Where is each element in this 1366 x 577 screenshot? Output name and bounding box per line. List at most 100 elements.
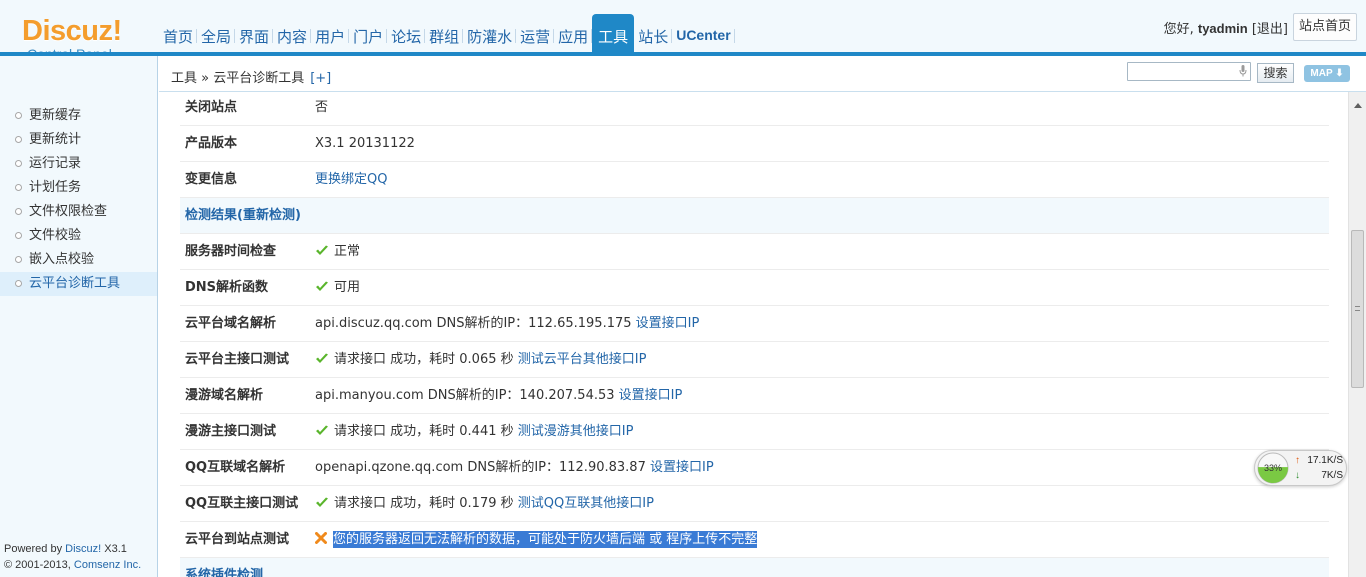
table-row: DNS解析函数 可用 xyxy=(180,270,1329,306)
user-info: 您好, tyadmin [退出] xyxy=(1164,18,1288,37)
row-value: 正常 xyxy=(315,234,360,270)
powered-prefix: Powered by xyxy=(4,543,66,555)
row-value: 更换绑定QQ xyxy=(315,162,387,198)
sidebar-item-6[interactable]: 嵌入点校验 xyxy=(0,248,157,272)
check-icon xyxy=(316,353,328,363)
nav-tab-4[interactable]: 用户 xyxy=(311,14,350,52)
check-icon xyxy=(316,425,328,435)
site-home-button[interactable]: 站点首页 xyxy=(1293,13,1357,41)
row-action-link[interactable]: 测试云平台其他接口IP xyxy=(518,352,647,367)
bullet-icon xyxy=(15,136,22,143)
scroll-up-icon[interactable] xyxy=(1354,103,1362,108)
microphone-icon[interactable] xyxy=(1239,65,1247,77)
logout-link[interactable]: [退出] xyxy=(1252,22,1288,37)
row-label: DNS解析函数 xyxy=(185,280,269,295)
row-label: 服务器时间检查 xyxy=(185,244,277,259)
section-title[interactable]: 检测结果(重新检测) xyxy=(185,198,301,234)
nav-tab-ucenter[interactable]: UCenter xyxy=(672,14,736,52)
nav-tab-7[interactable]: 群组 xyxy=(425,14,464,52)
table-row: 漫游域名解析 api.manyou.com DNS解析的IP：140.207.54… xyxy=(180,378,1329,414)
row-value: X3.1 20131122 xyxy=(315,126,415,162)
main-nav: 首页 全局 界面 内容 用户 门户 论坛 群组 防灌水 运营 应用 工具 站长 UCenter xyxy=(159,14,736,52)
row-label: 云平台主接口测试 xyxy=(185,352,290,367)
nav-tab-9[interactable]: 运营 xyxy=(516,14,555,52)
sidebar-item-label: 文件校验 xyxy=(29,228,82,243)
sidebar-item-label: 计划任务 xyxy=(29,180,82,195)
network-speed-widget[interactable]: 33% ↑ 17.1K/S ↓ 7K/S xyxy=(1254,450,1347,486)
bullet-icon xyxy=(15,160,22,167)
search-input[interactable] xyxy=(1127,62,1251,81)
row-value: 请求接口 成功，耗时 0.065 秒 测试云平台其他接口IP xyxy=(315,342,646,378)
sidebar-item-2[interactable]: 运行记录 xyxy=(0,152,157,176)
row-action-link[interactable]: 设置接口IP xyxy=(636,316,700,331)
row-label: 云平台到站点测试 xyxy=(185,532,290,547)
section-title[interactable]: 系统插件检测 xyxy=(185,558,263,577)
row-label: 变更信息 xyxy=(185,172,238,187)
check-icon xyxy=(316,281,328,291)
powered-version: X3.1 xyxy=(101,543,127,555)
bullet-icon xyxy=(15,280,22,287)
map-arrow-icon: ⬇ xyxy=(1335,68,1344,79)
nav-tab-11[interactable]: 工具 xyxy=(592,14,635,52)
row-value-text: api.manyou.com DNS解析的IP：140.207.54.53 xyxy=(315,388,615,403)
sidebar: 更新缓存更新统计运行记录计划任务文件权限检查 文件校验嵌入点校验云平台诊断工具 P… xyxy=(0,56,158,577)
sidebar-item-label: 文件权限检查 xyxy=(29,204,108,219)
search-button[interactable]: 搜索 xyxy=(1257,63,1294,83)
bullet-icon xyxy=(15,256,22,263)
sidebar-item-7[interactable]: 云平台诊断工具 xyxy=(0,272,157,296)
row-action-link[interactable]: 更换绑定QQ xyxy=(315,172,387,187)
check-icon xyxy=(316,497,328,507)
sidebar-item-label: 运行记录 xyxy=(29,156,82,171)
usage-percent: 33% xyxy=(1263,463,1282,473)
add-shortcut-link[interactable]: [+] xyxy=(310,71,331,86)
row-action-link[interactable]: 测试漫游其他接口IP xyxy=(518,424,634,439)
sidebar-item-label: 云平台诊断工具 xyxy=(29,276,121,291)
table-row: 产品版本 X3.1 20131122 xyxy=(180,126,1329,162)
row-label: 关闭站点 xyxy=(185,100,238,115)
row-value-text: openapi.qzone.qq.com DNS解析的IP：112.90.83.… xyxy=(315,460,646,475)
nav-tab-1[interactable]: 全局 xyxy=(197,14,236,52)
row-value-text: 请求接口 成功，耗时 0.065 秒 xyxy=(334,352,514,367)
powered-link[interactable]: Discuz! xyxy=(65,543,101,555)
sidebar-item-3[interactable]: 计划任务 xyxy=(0,176,157,200)
nav-tab-10[interactable]: 应用 xyxy=(554,14,593,52)
row-action-link[interactable]: 设置接口IP xyxy=(619,388,683,403)
row-label: QQ互联主接口测试 xyxy=(185,496,299,511)
row-value: 您的服务器返回无法解析的数据，可能处于防火墙后端 或 程序上传不完整 xyxy=(315,522,758,558)
table-row: 云平台主接口测试 请求接口 成功，耗时 0.065 秒 测试云平台其他接口IP xyxy=(180,342,1329,378)
row-action-link[interactable]: 设置接口IP xyxy=(650,460,714,475)
company-link[interactable]: Comsenz Inc. xyxy=(74,559,141,571)
top-header: Discuz! Control Panel 首页全局界面内容用户门户论坛群组防灌… xyxy=(0,0,1366,62)
sidebar-item-4[interactable]: 文件权限检查 xyxy=(0,200,157,224)
sidebar-item-5[interactable]: 文件校验 xyxy=(0,224,157,248)
diagnostic-table: 关闭站点 否产品版本 X3.1 20131122 变更信息 更换绑定QQ 检测结果(重新检… xyxy=(180,92,1329,577)
table-row: 关闭站点 否 xyxy=(180,92,1329,126)
sidebar-item-1[interactable]: 更新统计 xyxy=(0,128,157,152)
scrollbar-thumb[interactable] xyxy=(1351,230,1364,388)
username: tyadmin xyxy=(1197,21,1248,36)
vertical-scrollbar[interactable] xyxy=(1348,92,1366,577)
nav-tab-0[interactable]: 首页 xyxy=(159,14,198,52)
breadcrumb-path: 工具 » 云平台诊断工具 xyxy=(171,71,305,86)
row-action-link[interactable]: 测试QQ互联其他接口IP xyxy=(518,496,654,511)
section-header[interactable]: 系统插件检测 xyxy=(180,558,1329,577)
map-button[interactable]: MAP ⬇ xyxy=(1304,65,1350,82)
nav-tab-6[interactable]: 论坛 xyxy=(387,14,426,52)
section-header[interactable]: 检测结果(重新检测) xyxy=(180,198,1329,234)
upload-value: 17.1K/S xyxy=(1307,455,1343,466)
sidebar-item-label: 更新缓存 xyxy=(29,108,82,123)
table-row: 云平台到站点测试 您的服务器返回无法解析的数据，可能处于防火墙后端 或 程序上传不… xyxy=(180,522,1329,558)
row-label: 漫游域名解析 xyxy=(185,388,264,403)
nav-tab-2[interactable]: 界面 xyxy=(235,14,274,52)
sidebar-item-0[interactable]: 更新缓存 xyxy=(0,104,157,128)
nav-tab-5[interactable]: 门户 xyxy=(349,14,388,52)
selected-error-text[interactable]: 您的服务器返回无法解析的数据，可能处于防火墙后端 或 程序上传不完整 xyxy=(333,531,758,548)
row-value: api.manyou.com DNS解析的IP：140.207.54.53 设置… xyxy=(315,378,682,414)
nav-tab-3[interactable]: 内容 xyxy=(273,14,312,52)
nav-tab-12[interactable]: 站长 xyxy=(634,14,673,52)
sidebar-item-label: 嵌入点校验 xyxy=(29,252,95,267)
sidebar-item-label: 更新统计 xyxy=(29,132,82,147)
breadcrumb: 工具 » 云平台诊断工具 [+] xyxy=(171,67,331,86)
nav-tab-8[interactable]: 防灌水 xyxy=(463,14,517,52)
row-value-text: 请求接口 成功，耗时 0.441 秒 xyxy=(334,424,514,439)
